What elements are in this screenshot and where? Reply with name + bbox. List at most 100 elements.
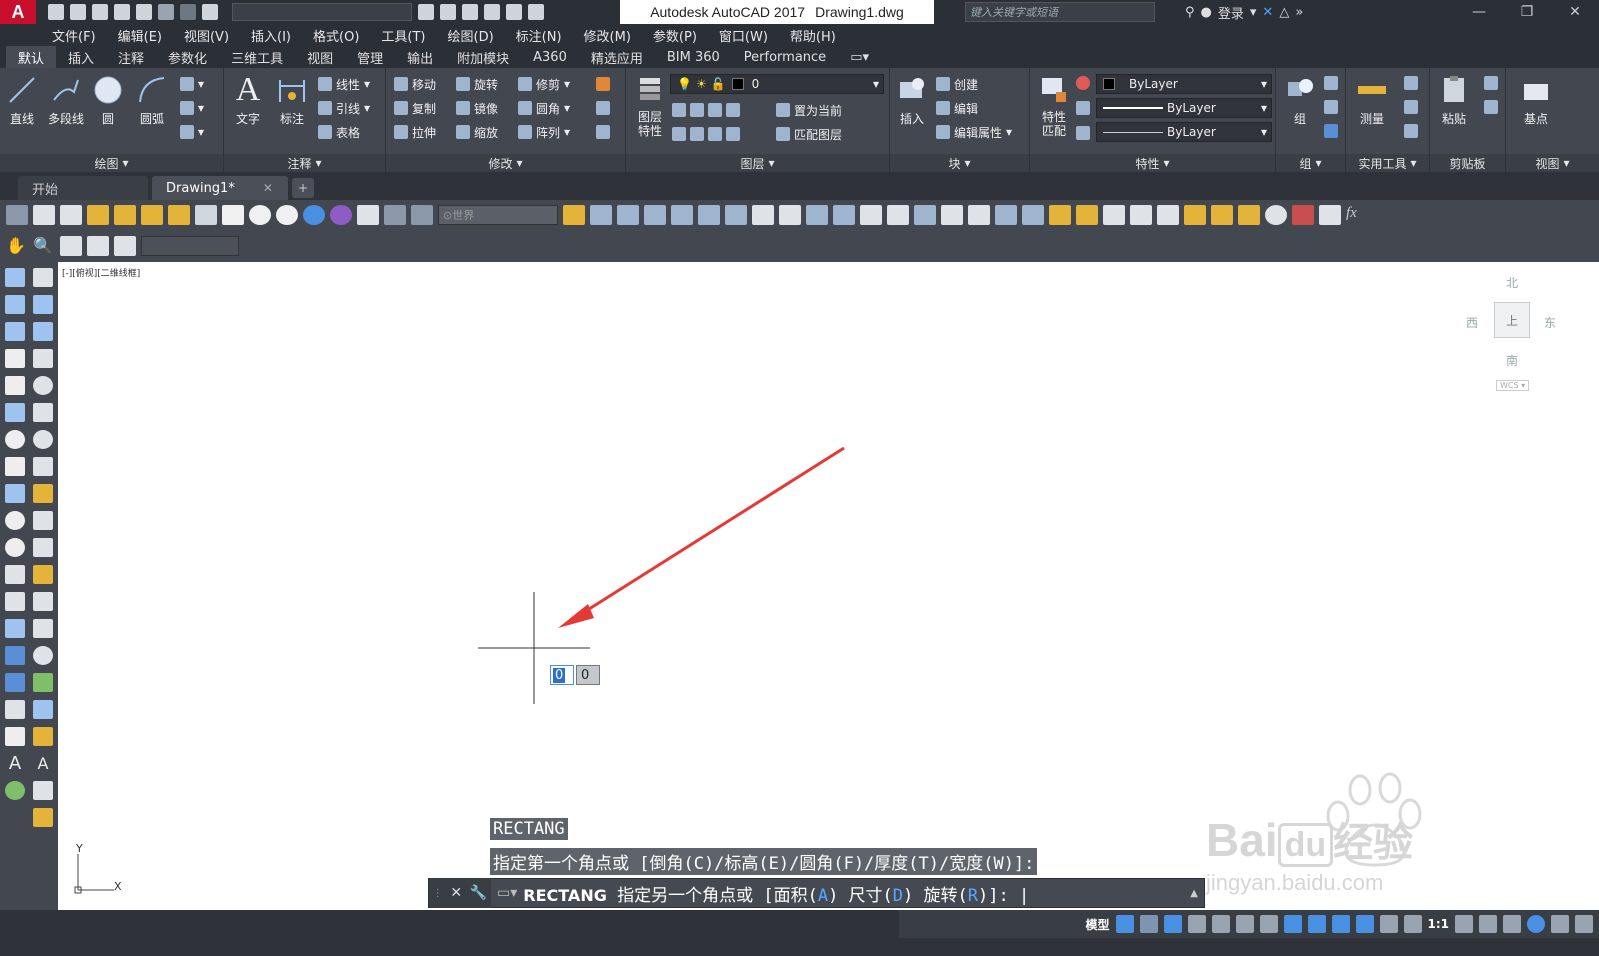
polygon-v-icon[interactable] <box>5 349 25 368</box>
auto-scale-icon[interactable] <box>1403 915 1422 933</box>
tab-default[interactable]: 默认 <box>6 46 57 68</box>
spline-v-icon[interactable] <box>5 484 25 503</box>
share-icon[interactable] <box>462 4 478 20</box>
panel-title-group[interactable]: 组 ▾ <box>1276 154 1345 172</box>
angle-icon[interactable] <box>141 205 163 225</box>
tolerance-v-icon[interactable] <box>33 619 53 638</box>
ucs-icon[interactable] <box>384 205 406 225</box>
new-tab-button[interactable]: + <box>292 178 314 198</box>
panel-title-properties[interactable]: 特性 ▾ <box>1030 154 1275 172</box>
close-icon[interactable]: ✕ <box>450 885 462 901</box>
ungroup-icon[interactable] <box>1324 76 1338 90</box>
help-icon[interactable]: △ <box>1279 5 1289 20</box>
viewcube-north[interactable]: 北 <box>1506 274 1518 291</box>
isodraft-icon[interactable] <box>1235 915 1254 933</box>
join-tb-icon[interactable] <box>914 205 936 225</box>
ellipse-v-icon[interactable] <box>5 511 25 530</box>
trim-tool[interactable]: 修剪 ▾ <box>518 74 570 94</box>
group-tool[interactable]: 组 <box>1278 74 1322 127</box>
dim-diameter-icon[interactable] <box>1211 205 1233 225</box>
free-orbit-icon[interactable] <box>60 205 82 225</box>
tab-annotate[interactable]: 注释 <box>106 46 156 68</box>
offset-tb-icon[interactable] <box>644 205 666 225</box>
linetype-icon[interactable] <box>1076 101 1090 115</box>
layer-on-icon[interactable] <box>672 127 686 141</box>
mtext-v-icon[interactable]: A <box>5 754 25 773</box>
scale-tb-icon[interactable] <box>752 205 774 225</box>
menu-draw[interactable]: 绘图(D) <box>448 26 494 45</box>
plus-icon[interactable] <box>1479 915 1497 933</box>
dynamic-input-x[interactable]: 0 <box>550 665 574 685</box>
break-at-point-icon[interactable] <box>887 205 909 225</box>
calculator-icon[interactable] <box>1404 124 1418 138</box>
plot-icon[interactable] <box>418 4 434 20</box>
point-v-icon[interactable] <box>5 619 25 638</box>
ortho-icon[interactable] <box>1187 915 1206 933</box>
dim-edit-v-icon[interactable] <box>33 727 53 746</box>
option-dimensions[interactable]: D <box>893 886 903 906</box>
save-as-icon[interactable] <box>114 4 130 20</box>
panel-title-view[interactable]: 视图 ▾ <box>1506 154 1599 172</box>
ucs-axis-icon[interactable] <box>6 205 28 225</box>
rotate-tool[interactable]: 旋转 <box>456 74 498 94</box>
gear-icon[interactable] <box>1455 915 1473 933</box>
copy-clip-icon[interactable] <box>1484 100 1498 114</box>
tab-insert[interactable]: 插入 <box>56 46 106 68</box>
menu-insert[interactable]: 插入(I) <box>251 26 291 45</box>
select-icon[interactable] <box>590 205 612 225</box>
tab-bim360[interactable]: BIM 360 <box>655 46 732 68</box>
clean-screen-icon[interactable] <box>1551 915 1569 933</box>
polar-icon[interactable] <box>1211 915 1230 933</box>
move-tool[interactable]: 移动 <box>394 74 436 94</box>
dim-style-v-icon[interactable] <box>33 808 53 827</box>
layer-thaw-icon[interactable] <box>708 127 722 141</box>
close-icon[interactable]: ✕ <box>1551 0 1599 24</box>
annotation-monitor-icon[interactable] <box>1355 915 1374 933</box>
viewport-controls[interactable]: [-][俯视][二维线框] <box>62 266 140 279</box>
properties-tb-icon[interactable] <box>1292 205 1314 225</box>
save-icon[interactable] <box>92 4 108 20</box>
cloud-icon[interactable] <box>484 4 500 20</box>
create-block-tool[interactable]: 创建 <box>936 74 978 94</box>
hatch-tool[interactable]: ▾ <box>180 98 204 118</box>
rotate-tb-icon[interactable] <box>725 205 747 225</box>
shade-wire-icon[interactable] <box>249 205 271 225</box>
login-area[interactable]: ⚲ ● 登录 ▾ ✕ △ » <box>1185 0 1303 24</box>
region-tool[interactable]: ▾ <box>180 122 204 142</box>
isolate-icon[interactable] <box>1503 915 1521 933</box>
line-tool[interactable]: 直线 <box>0 74 44 127</box>
tab-drawing1[interactable]: Drawing1* ✕ <box>152 176 288 200</box>
center-mark-v-icon[interactable] <box>33 646 53 665</box>
move-tb-icon[interactable] <box>698 205 720 225</box>
table-tool[interactable]: 表格 <box>318 122 360 142</box>
gradient-v-icon[interactable] <box>5 673 25 692</box>
dim-aligned-icon[interactable] <box>1076 205 1098 225</box>
login-label[interactable]: 登录 <box>1218 3 1244 22</box>
point-icon[interactable] <box>1404 100 1418 114</box>
tab-manage[interactable]: 管理 <box>345 46 395 68</box>
viewcube-east[interactable]: 东 <box>1544 314 1556 331</box>
match-properties-tool[interactable]: 特性 匹配 <box>1032 74 1076 138</box>
revcloud-v-icon[interactable] <box>5 457 25 476</box>
trim-tb-icon[interactable] <box>806 205 828 225</box>
box-icon[interactable] <box>222 205 244 225</box>
annotation-visibility-icon[interactable] <box>1379 915 1398 933</box>
viewcube-south[interactable]: 南 <box>1506 352 1518 369</box>
scale-tool[interactable]: 缩放 <box>456 122 498 142</box>
dim-radius-v-icon[interactable] <box>33 376 53 395</box>
menu-view[interactable]: 视图(V) <box>184 26 229 45</box>
layer-select[interactable]: 💡 ☀ 🔓 0 ▾ <box>670 74 884 94</box>
dim-ordinate-v-icon[interactable] <box>33 349 53 368</box>
workspace-select[interactable] <box>232 3 412 21</box>
region-v-icon[interactable] <box>5 700 25 719</box>
render-icon[interactable] <box>357 205 379 225</box>
tab-featured-apps[interactable]: 精选应用 <box>579 46 655 68</box>
expand-icon[interactable]: » <box>1295 5 1303 20</box>
polyline-tool[interactable]: 多段线 <box>44 74 88 127</box>
restore-icon[interactable]: ❐ <box>1503 0 1551 24</box>
set-current-tool[interactable]: 置为当前 <box>776 100 842 120</box>
color-wheel-icon[interactable] <box>1076 76 1090 90</box>
redo-icon[interactable] <box>180 4 196 20</box>
panel-title-block[interactable]: 块 ▾ <box>890 154 1029 172</box>
insert-block-tool[interactable]: 插入 <box>890 74 934 127</box>
